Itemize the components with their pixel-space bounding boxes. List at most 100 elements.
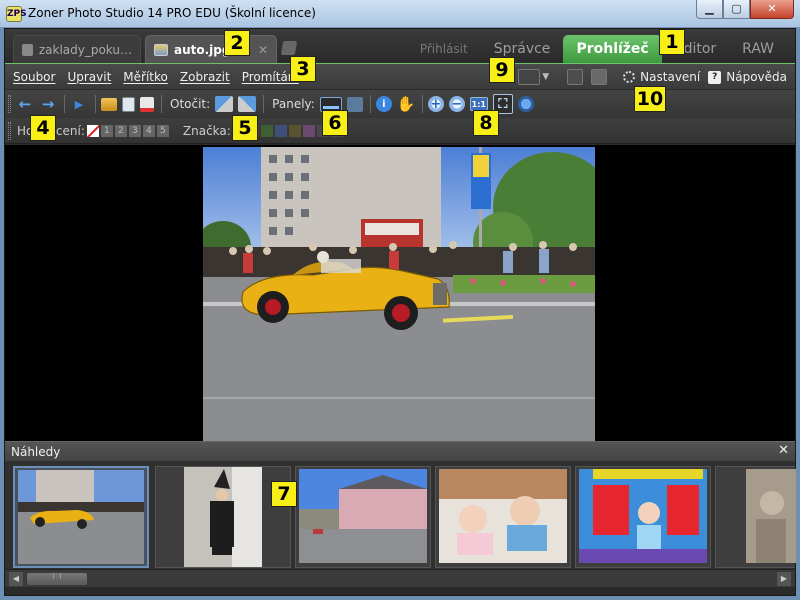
status-bar [5, 587, 795, 595]
doc-tab-label: auto.jpg [174, 42, 231, 57]
thumbnail-car[interactable] [13, 466, 149, 568]
toolbar-grip[interactable] [8, 95, 11, 113]
toolbar-divider [161, 95, 162, 113]
callout-6: 6 [322, 110, 348, 136]
chevron-down-icon[interactable]: ▼ [542, 72, 549, 82]
menu-file[interactable]: Soubor [9, 70, 59, 84]
doc-tab-zaklady[interactable]: zaklady_poku… [13, 35, 141, 63]
window-title: Zoner Photo Studio 14 PRO EDU (Školní li… [28, 6, 316, 20]
view-mode-dropdown-icon[interactable] [518, 69, 541, 85]
rating-2-button[interactable]: 2 [114, 124, 127, 137]
toolbar-divider [263, 95, 265, 113]
rating-none-button[interactable] [86, 124, 99, 137]
thumb-car-image [18, 470, 144, 564]
maximize-button[interactable]: ▢ [723, 0, 750, 19]
rotate-right-button[interactable] [238, 96, 257, 112]
rating-1-button[interactable]: 1 [100, 124, 113, 137]
callout-10: 10 [634, 86, 666, 112]
open-folder-button[interactable] [101, 97, 117, 111]
scrollbar-grip [53, 573, 61, 579]
thumb-statue-image [746, 469, 796, 563]
callout-3: 3 [290, 56, 316, 82]
photo-car-scene [203, 147, 595, 441]
menu-scale[interactable]: Měřítko [119, 70, 172, 84]
next-image-button[interactable] [39, 95, 57, 113]
new-tab-icon[interactable] [280, 41, 298, 55]
zoom-out-button[interactable]: − [448, 96, 465, 112]
thumbnail-street[interactable] [295, 466, 431, 568]
doc-tab-label: zaklady_poku… [38, 42, 132, 57]
toolbar-divider [421, 95, 423, 113]
menu-bar: Soubor Upravit Měřítko Zobrazit Promítán… [5, 63, 795, 89]
close-tab-icon[interactable]: ✕ [258, 43, 268, 57]
scroll-left-button[interactable]: ◀ [9, 572, 23, 586]
rating-3-button[interactable]: 3 [128, 124, 141, 137]
main-photo [203, 147, 595, 441]
close-window-button[interactable]: ✕ [750, 0, 794, 19]
rating-4-button[interactable]: 4 [142, 124, 155, 137]
close-thumbnails-icon[interactable]: ✕ [778, 443, 789, 458]
minimize-button[interactable]: ▁ [696, 0, 723, 19]
callout-7: 7 [271, 481, 297, 507]
window-titlebar: ZPS Zoner Photo Studio 14 PRO EDU (Školn… [0, 0, 800, 28]
tab-login[interactable]: Přihlásit [407, 35, 481, 63]
callout-8: 8 [473, 110, 499, 136]
play-slideshow-button[interactable] [70, 95, 88, 113]
zoom-in-button[interactable]: + [427, 96, 444, 112]
menu-view[interactable]: Zobrazit [176, 70, 234, 84]
main-toolbar: Otočit: Panely: + − 1:1 [5, 90, 795, 118]
help-button[interactable]: ? Nápověda [708, 70, 787, 84]
thumbnail-babies[interactable] [435, 466, 571, 568]
callout-9: 9 [489, 57, 515, 83]
thumbnail-statue[interactable] [715, 466, 796, 568]
label-color-swatch-3[interactable] [274, 124, 287, 137]
thumbnails-header: Náhledy ✕ [5, 441, 795, 461]
thumbnails-title: Náhledy [11, 445, 61, 459]
panels-label: Panely: [272, 97, 315, 111]
callout-4: 4 [30, 115, 56, 141]
menu-edit[interactable]: Upravit [63, 70, 115, 84]
label-color-swatch-2[interactable] [260, 124, 273, 137]
gear-icon [623, 71, 636, 83]
hand-tool-button[interactable] [397, 95, 415, 113]
folder-icon [22, 43, 33, 56]
info-button[interactable] [375, 96, 392, 112]
window-controls: ▁ ▢ ✕ [696, 0, 794, 20]
second-monitor-icon[interactable] [567, 69, 584, 85]
doc-tab-auto[interactable]: auto.jpg ✕ [145, 35, 277, 63]
zoom-actual-size-button[interactable]: 1:1 [469, 97, 488, 111]
rating-5-button[interactable]: 5 [156, 124, 169, 137]
scroll-right-button[interactable]: ▶ [777, 572, 791, 586]
label-color-swatch-5[interactable] [302, 124, 315, 137]
thumbnail-playhouse[interactable] [575, 466, 711, 568]
thumb-babies-image [439, 469, 567, 563]
tab-viewer[interactable]: Prohlížeč [563, 35, 662, 63]
rating-bar: Hodnocení: 1 2 3 4 5 Značka: [5, 118, 795, 144]
image-viewer[interactable] [5, 145, 795, 441]
toolbar-grip[interactable] [8, 121, 11, 140]
rotate-left-button[interactable] [215, 96, 234, 112]
thumb-street-image [299, 469, 427, 563]
label-color-swatch-4[interactable] [288, 124, 301, 137]
thumbnails-scrollbar[interactable]: ◀ ▶ [5, 569, 795, 587]
delete-button[interactable] [140, 96, 154, 112]
previous-image-button[interactable] [16, 95, 34, 113]
zoom-selection-button[interactable] [517, 96, 534, 112]
label-label: Značka: [182, 123, 231, 138]
settings-label: Nastavení [640, 70, 701, 84]
rotate-label: Otočit: [170, 97, 211, 111]
app-icon: ZPS [6, 6, 27, 22]
toolbar-divider [64, 95, 65, 113]
toolbar-divider [95, 95, 96, 113]
settings-button[interactable]: Nastavení [623, 70, 700, 84]
presentation-icon[interactable] [591, 69, 608, 85]
navigator-panel-toggle[interactable] [346, 96, 363, 112]
copy-button[interactable] [122, 96, 135, 112]
tab-raw[interactable]: RAW [729, 35, 787, 63]
callout-1: 1 [659, 29, 685, 55]
help-label: Nápověda [726, 70, 787, 84]
help-icon: ? [708, 70, 722, 84]
image-icon [154, 43, 168, 56]
thumb-child-image [184, 467, 262, 567]
app-frame: zaklady_poku… auto.jpg ✕ Přihlásit Správ… [4, 28, 796, 596]
